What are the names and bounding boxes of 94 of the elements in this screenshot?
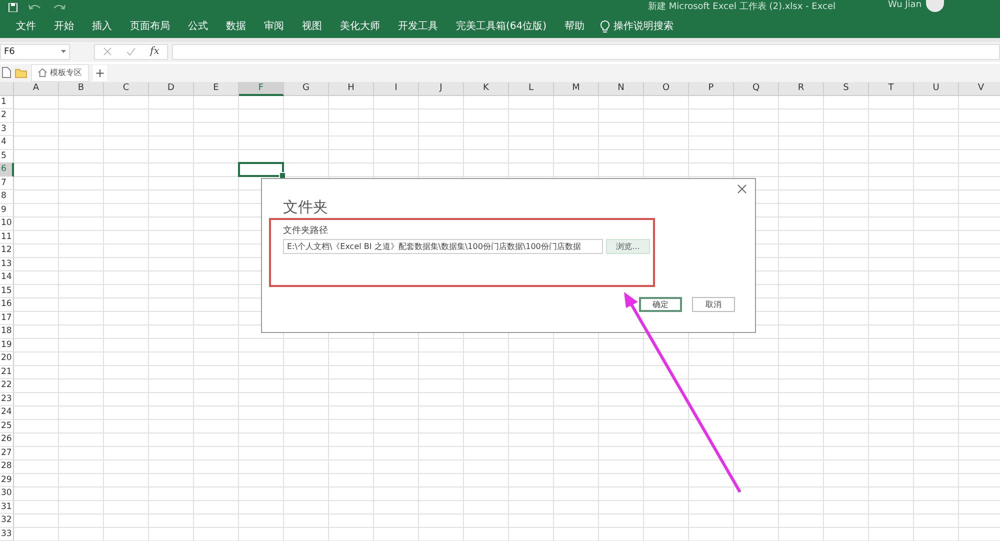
- ribbon-tab[interactable]: 视图: [293, 19, 331, 33]
- row-header[interactable]: 10: [0, 217, 14, 230]
- cancel-button[interactable]: 取消: [692, 297, 735, 312]
- row-header[interactable]: 20: [0, 352, 14, 366]
- dialog-title: 文件夹: [283, 198, 329, 216]
- row-header[interactable]: 21: [0, 366, 14, 379]
- fill-handle[interactable]: [279, 172, 286, 178]
- ribbon-tab[interactable]: 开发工具: [389, 19, 447, 33]
- row-header[interactable]: 30: [0, 487, 14, 500]
- row-header[interactable]: 27: [0, 446, 14, 460]
- column-header[interactable]: R: [779, 82, 824, 96]
- column-header[interactable]: E: [194, 82, 239, 96]
- lightbulb-icon: [600, 20, 610, 32]
- column-header[interactable]: H: [329, 82, 374, 96]
- row-header[interactable]: 12: [0, 244, 14, 258]
- column-header[interactable]: O: [644, 82, 689, 96]
- field-label: 文件夹路径: [283, 225, 329, 237]
- row-header[interactable]: 31: [0, 500, 14, 514]
- column-header[interactable]: P: [689, 82, 734, 96]
- ribbon-tab[interactable]: 美化大师: [331, 19, 389, 33]
- save-icon[interactable]: [8, 2, 18, 12]
- column-header[interactable]: L: [509, 82, 554, 96]
- ribbon-tab[interactable]: 插入: [83, 19, 121, 33]
- row-header[interactable]: 22: [0, 379, 14, 392]
- template-tab[interactable]: 模板专区: [31, 64, 89, 82]
- row-header[interactable]: 7: [0, 176, 14, 190]
- row-header[interactable]: 8: [0, 190, 14, 204]
- column-header[interactable]: Q: [734, 82, 779, 96]
- close-icon[interactable]: [737, 184, 747, 194]
- ribbon-tab[interactable]: 页面布局: [121, 19, 179, 33]
- redo-icon[interactable]: [52, 2, 66, 12]
- ribbon-tab[interactable]: 审阅: [255, 19, 293, 33]
- insert-function-button[interactable]: fx: [150, 46, 160, 58]
- cancel-icon[interactable]: [103, 47, 112, 56]
- row-header[interactable]: 5: [0, 150, 14, 163]
- row-header[interactable]: 15: [0, 284, 14, 298]
- row-header[interactable]: 24: [0, 406, 14, 420]
- row-header[interactable]: 19: [0, 338, 14, 352]
- column-header[interactable]: V: [959, 82, 1000, 96]
- folder-path-field[interactable]: E:\个人文档\《Excel BI 之道》配套数据集\数据集\100份门店数据\100份门店数据: [283, 239, 603, 254]
- row-header[interactable]: 23: [0, 392, 14, 406]
- enter-check-icon[interactable]: [126, 47, 136, 56]
- row-header[interactable]: 11: [0, 230, 14, 244]
- ribbon-tab[interactable]: 帮助: [556, 19, 594, 33]
- ribbon-tab[interactable]: 完美工具箱(64位版): [447, 19, 556, 33]
- column-header[interactable]: C: [104, 82, 149, 96]
- avatar-icon[interactable]: [926, 0, 944, 12]
- row-header[interactable]: 33: [0, 528, 14, 541]
- row-header[interactable]: 6: [0, 163, 14, 176]
- row-header[interactable]: 1: [0, 96, 14, 109]
- column-header[interactable]: M: [554, 82, 599, 96]
- folder-icon[interactable]: [15, 68, 27, 78]
- row-header[interactable]: 4: [0, 136, 14, 150]
- column-header[interactable]: I: [374, 82, 419, 96]
- dropdown-caret-icon[interactable]: [61, 50, 66, 54]
- column-header[interactable]: D: [149, 82, 194, 96]
- row-header[interactable]: 9: [0, 204, 14, 217]
- column-header[interactable]: N: [599, 82, 644, 96]
- row-header[interactable]: 32: [0, 514, 14, 528]
- column-header[interactable]: K: [464, 82, 509, 96]
- row-header[interactable]: 29: [0, 474, 14, 487]
- add-tab-button[interactable]: +: [93, 64, 107, 80]
- row-header[interactable]: 26: [0, 433, 14, 446]
- row-header[interactable]: 25: [0, 420, 14, 433]
- column-header[interactable]: S: [824, 82, 869, 96]
- column-header[interactable]: G: [284, 82, 329, 96]
- row-header[interactable]: 28: [0, 460, 14, 474]
- column-header[interactable]: B: [59, 82, 104, 96]
- ribbon-tab[interactable]: 数据: [217, 19, 255, 33]
- column-header[interactable]: A: [14, 82, 59, 96]
- column-header[interactable]: U: [914, 82, 959, 96]
- new-document-icon[interactable]: [2, 67, 11, 78]
- column-header[interactable]: J: [419, 82, 464, 96]
- browse-button[interactable]: 浏览...: [606, 239, 650, 254]
- column-header[interactable]: F: [239, 82, 284, 96]
- user-name: Wu Jian: [888, 0, 922, 10]
- formula-input[interactable]: [172, 44, 1000, 60]
- name-box[interactable]: F6: [0, 44, 70, 60]
- home-icon: [38, 68, 47, 77]
- row-header[interactable]: 17: [0, 312, 14, 325]
- row-header[interactable]: 16: [0, 298, 14, 312]
- row-header[interactable]: 3: [0, 122, 14, 136]
- row-header[interactable]: 13: [0, 258, 14, 271]
- ok-button[interactable]: 确定: [639, 297, 682, 312]
- tell-me-search[interactable]: 操作说明搜索: [614, 19, 674, 33]
- ribbon-tab[interactable]: 文件: [7, 19, 45, 33]
- row-header[interactable]: 2: [0, 109, 14, 122]
- window-title: 新建 Microsoft Excel 工作表 (2).xlsx - Excel: [648, 0, 836, 13]
- row-header[interactable]: 18: [0, 325, 14, 338]
- ribbon-tab[interactable]: 公式: [179, 19, 217, 33]
- ribbon-tab[interactable]: 开始: [45, 19, 83, 33]
- undo-icon[interactable]: [28, 2, 42, 12]
- row-header[interactable]: 14: [0, 271, 14, 284]
- column-header[interactable]: T: [869, 82, 914, 96]
